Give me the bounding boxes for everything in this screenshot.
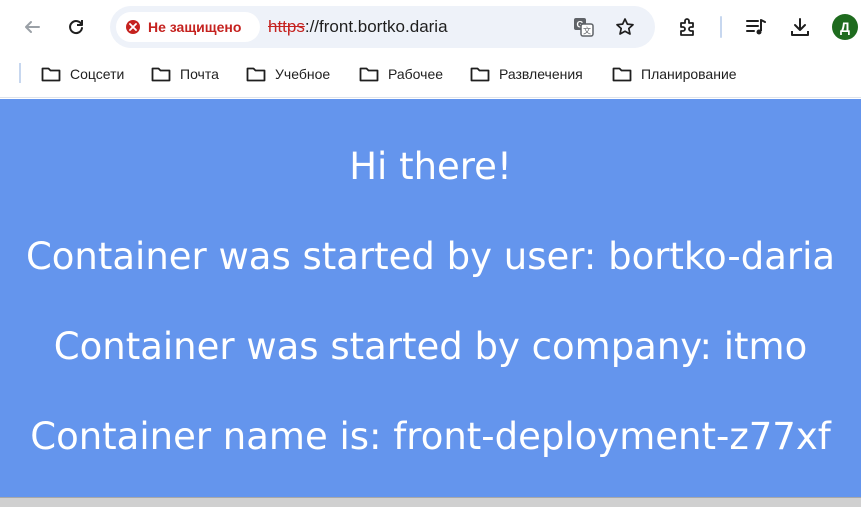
bookmark-star-button[interactable] bbox=[613, 15, 637, 39]
folder-icon bbox=[612, 67, 632, 82]
bookmark-folder-entertainment[interactable]: Развлечения bbox=[470, 62, 583, 86]
media-controls-button[interactable] bbox=[743, 14, 769, 40]
container-name-line: Container name is: front-deployment-z77x… bbox=[30, 415, 831, 458]
extensions-icon bbox=[680, 18, 694, 36]
bookmark-folder-socials[interactable]: Соцсети bbox=[41, 62, 124, 86]
url-host: ://front.bortko.daria bbox=[304, 17, 448, 36]
error-icon bbox=[126, 20, 140, 34]
back-button[interactable] bbox=[16, 11, 48, 43]
star-icon bbox=[616, 18, 634, 35]
download-icon bbox=[791, 18, 809, 36]
back-arrow-icon bbox=[25, 21, 40, 33]
browser-toolbar: Не защищено https://front.bortko.daria G… bbox=[0, 0, 861, 54]
security-label: Не защищено bbox=[148, 19, 242, 35]
bookmarks-bar: Соцсети Почта Учебное Рабочее Развлечени… bbox=[0, 54, 861, 98]
folder-icon bbox=[470, 67, 490, 82]
extensions-button[interactable] bbox=[675, 14, 701, 40]
folder-icon bbox=[41, 67, 61, 82]
url-text[interactable]: https://front.bortko.daria bbox=[268, 17, 448, 37]
bookmark-folder-study[interactable]: Учебное bbox=[246, 62, 330, 86]
bookmark-label: Почта bbox=[180, 66, 219, 82]
translate-button[interactable]: G 文 bbox=[572, 15, 596, 39]
folder-icon bbox=[359, 67, 379, 82]
page-content: Hi there! Container was started by user:… bbox=[0, 99, 861, 497]
security-chip[interactable]: Не защищено bbox=[116, 12, 260, 42]
downloads-button[interactable] bbox=[787, 14, 813, 40]
container-user-line: Container was started by user: bortko-da… bbox=[25, 235, 836, 278]
reload-icon bbox=[69, 20, 83, 35]
reload-button[interactable] bbox=[60, 11, 92, 43]
profile-avatar[interactable]: Д bbox=[832, 14, 858, 40]
media-controls-icon bbox=[746, 19, 766, 35]
folder-icon bbox=[246, 67, 266, 82]
bookmark-folder-mail[interactable]: Почта bbox=[151, 62, 219, 86]
toolbar-divider bbox=[720, 16, 722, 38]
bookmark-label: Развлечения bbox=[499, 66, 583, 82]
bookmark-label: Планирование bbox=[641, 66, 737, 82]
translate-icon: G 文 bbox=[574, 18, 594, 37]
container-company-line: Container was started by company: itmo bbox=[53, 325, 808, 368]
horizontal-scrollbar[interactable] bbox=[0, 497, 861, 507]
bookmark-label: Рабочее bbox=[388, 66, 444, 82]
greeting-heading: Hi there! bbox=[349, 145, 512, 188]
svg-text:文: 文 bbox=[583, 26, 591, 36]
bookmarks-separator bbox=[19, 63, 21, 83]
bookmark-label: Учебное bbox=[275, 66, 331, 82]
url-scheme: https bbox=[268, 17, 305, 36]
bookmark-folder-work[interactable]: Рабочее bbox=[359, 62, 443, 86]
bookmark-label: Соцсети bbox=[70, 66, 125, 82]
bookmark-folder-planning[interactable]: Планирование bbox=[612, 62, 737, 86]
address-bar[interactable]: Не защищено https://front.bortko.daria G… bbox=[110, 6, 655, 48]
folder-icon bbox=[151, 67, 171, 82]
